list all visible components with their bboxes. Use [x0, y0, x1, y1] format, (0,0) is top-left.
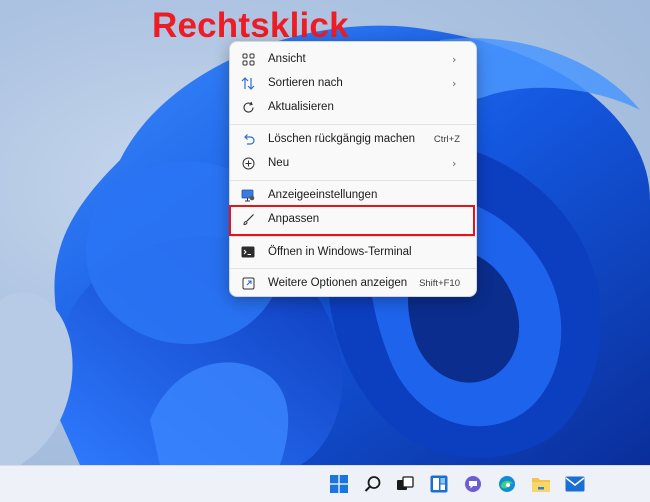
menu-item-label: Sortieren nach	[268, 77, 343, 89]
refresh-icon	[241, 100, 255, 114]
chevron-right-icon: ›	[452, 156, 457, 170]
edge-icon[interactable]	[496, 473, 518, 495]
taskbar	[0, 465, 650, 502]
menu-item-new[interactable]: Neu ›	[234, 151, 472, 175]
more-options-icon	[241, 276, 255, 290]
menu-item-more-options[interactable]: Weitere Optionen anzeigen Shift+F10	[234, 271, 472, 295]
mail-icon[interactable]	[564, 473, 586, 495]
menu-item-label: Neu	[268, 157, 290, 169]
terminal-icon	[241, 245, 255, 259]
menu-item-undo-delete[interactable]: Löschen rückgängig machen Ctrl+Z	[234, 127, 472, 151]
task-view-icon[interactable]	[394, 473, 416, 495]
chevron-right-icon: ›	[452, 52, 457, 66]
menu-separator	[230, 268, 476, 269]
undo-icon	[241, 132, 255, 146]
menu-item-refresh[interactable]: Aktualisieren	[234, 95, 472, 119]
menu-item-open-terminal[interactable]: Öffnen in Windows-Terminal	[234, 240, 472, 264]
menu-item-display-settings[interactable]: Anzeigeeinstellungen	[234, 183, 472, 207]
menu-separator	[230, 180, 476, 181]
grid-view-icon	[241, 52, 255, 66]
context-menu: Ansicht › Sortieren nach › Aktualisieren…	[229, 41, 477, 297]
menu-item-label: Anzeigeeinstellungen	[268, 189, 378, 201]
menu-item-label: Ansicht	[268, 53, 306, 65]
sort-icon	[241, 76, 255, 90]
plus-circle-icon	[241, 156, 255, 170]
start-icon[interactable]	[328, 473, 350, 495]
menu-item-label: Löschen rückgängig machen	[268, 133, 416, 145]
teams-chat-icon[interactable]	[462, 473, 484, 495]
menu-item-label: Öffnen in Windows-Terminal	[268, 246, 412, 258]
menu-item-sort-by[interactable]: Sortieren nach ›	[234, 71, 472, 95]
widgets-icon[interactable]	[428, 473, 450, 495]
menu-separator	[230, 124, 476, 125]
menu-separator	[230, 236, 476, 237]
annotation-label: Rechtsklick	[152, 6, 349, 45]
menu-item-view[interactable]: Ansicht ›	[234, 47, 472, 71]
chevron-right-icon: ›	[452, 76, 457, 90]
highlight-box	[229, 205, 475, 236]
menu-item-shortcut: Ctrl+Z	[433, 133, 460, 145]
search-icon[interactable]	[362, 473, 384, 495]
menu-item-label: Weitere Optionen anzeigen	[268, 277, 408, 289]
file-explorer-icon[interactable]	[530, 473, 552, 495]
menu-item-shortcut: Shift+F10	[419, 277, 460, 289]
display-settings-icon	[241, 188, 255, 202]
menu-item-label: Aktualisieren	[268, 101, 334, 113]
